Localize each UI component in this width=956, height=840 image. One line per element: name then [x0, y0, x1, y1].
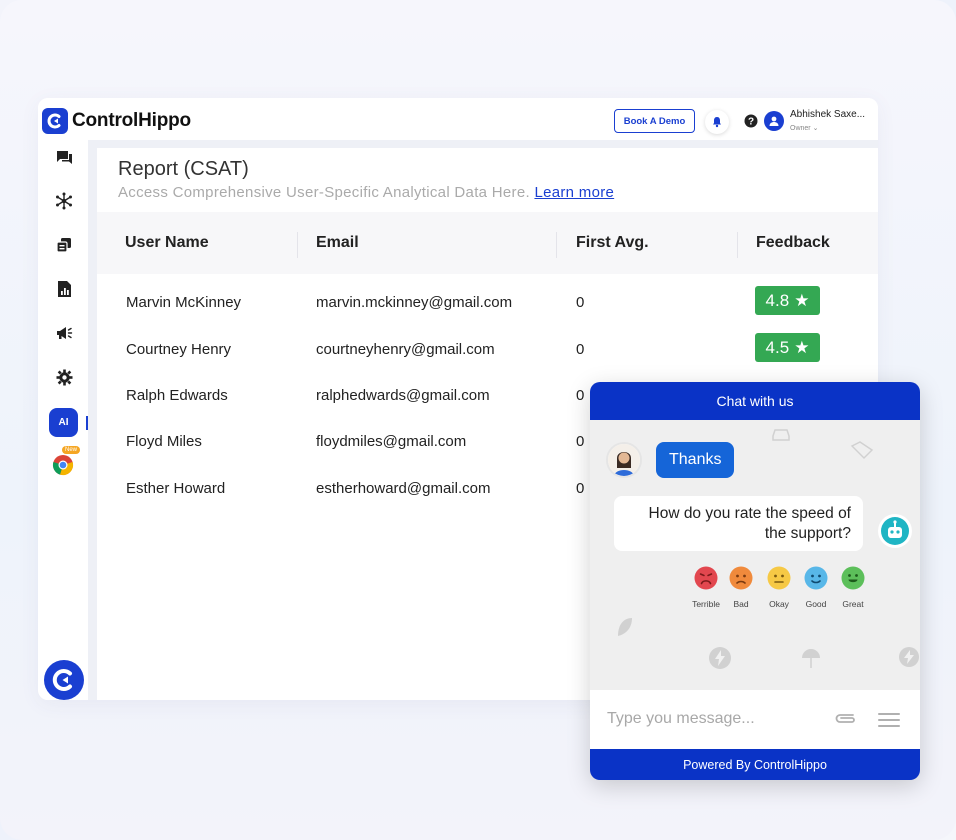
tag-doodle-icon — [850, 441, 874, 460]
first-avg-cell: 0 — [576, 387, 585, 404]
first-avg-cell: 0 — [576, 341, 585, 358]
user-name-cell: Floyd Miles — [126, 433, 202, 450]
column-header-first-avg[interactable]: First Avg. — [576, 234, 649, 252]
top-bar: ControlHippo Book A Demo ? Abhishek Saxe… — [38, 98, 878, 140]
column-divider — [556, 232, 557, 258]
network-icon[interactable] — [55, 192, 73, 210]
templates-icon[interactable] — [55, 236, 73, 254]
brand-name: ControlHippo — [72, 110, 191, 131]
feedback-badge: 4.8 ★ — [755, 286, 820, 315]
menu-icon[interactable] — [878, 712, 900, 728]
bad-face-icon — [729, 566, 753, 590]
great-face-icon — [841, 566, 865, 590]
table-header: User Name Email First Avg. Feedback — [97, 212, 878, 274]
user-name-cell: Courtney Henry — [126, 341, 232, 358]
rating-great[interactable]: Great — [833, 566, 873, 609]
page-title: Report (CSAT) — [118, 158, 249, 180]
settings-gear-icon[interactable] — [55, 368, 73, 386]
rating-okay[interactable]: Okay — [759, 566, 799, 609]
chat-widget: Chat with us Thanks How do you rate the … — [590, 382, 920, 780]
table-row[interactable]: Courtney Henry courtneyhenry@gmail.com 0… — [97, 327, 878, 373]
first-avg-cell: 0 — [576, 480, 585, 497]
chat-messages: Thanks How do you rate the speed of the … — [590, 420, 920, 690]
notification-bell-icon[interactable] — [705, 110, 729, 134]
book-demo-button[interactable]: Book A Demo — [614, 109, 695, 133]
agent-avatar — [606, 442, 642, 478]
star-icon: ★ — [794, 290, 810, 310]
okay-face-icon — [767, 566, 791, 590]
umbrella-doodle-icon — [802, 649, 820, 668]
broadcast-icon[interactable] — [55, 324, 73, 342]
column-divider — [297, 232, 298, 258]
user-name-cell: Ralph Edwards — [126, 387, 228, 404]
chevron-down-icon: ⌄ — [812, 125, 819, 132]
bottom-brand-logo-icon[interactable] — [44, 660, 84, 700]
user-message-bubble: Thanks — [656, 442, 735, 478]
rating-label: Good — [805, 599, 827, 609]
rating-label: Bad — [733, 599, 749, 609]
email-cell: marvin.mckinney@gmail.com — [316, 294, 513, 311]
rating-label: Okay — [769, 599, 789, 609]
rating-label: Great — [842, 599, 864, 609]
email-cell: ralphedwards@gmail.com — [316, 387, 490, 404]
controlhippo-logo-icon — [42, 108, 68, 134]
sidebar: AI New — [38, 140, 88, 700]
user-name-cell: Esther Howard — [126, 480, 226, 497]
rating-terrible[interactable]: Terrible — [686, 566, 726, 609]
bot-question-bubble: How do you rate the speed of the support… — [614, 496, 863, 551]
star-icon: ★ — [794, 337, 810, 357]
brand-logo[interactable]: ControlHippo — [42, 108, 191, 134]
chrome-extension-icon[interactable] — [52, 454, 74, 476]
bolt-doodle-icon — [899, 647, 919, 667]
rating-label: Terrible — [692, 599, 720, 609]
column-header-user-name[interactable]: User Name — [125, 234, 209, 252]
bolt-doodle-icon — [709, 647, 731, 669]
column-divider — [737, 232, 738, 258]
terrible-face-icon — [694, 566, 718, 590]
report-icon[interactable] — [55, 280, 73, 298]
table-row[interactable]: Marvin McKinney marvin.mckinney@gmail.co… — [97, 280, 878, 326]
chat-icon[interactable] — [55, 148, 73, 166]
user-role[interactable]: Owner ⌄ — [790, 124, 818, 132]
leaf-doodle-icon — [618, 618, 632, 636]
learn-more-link[interactable]: Learn more — [534, 184, 614, 201]
car-doodle-icon — [772, 429, 790, 441]
svg-text:?: ? — [748, 117, 754, 128]
email-cell: estherhoward@gmail.com — [316, 480, 491, 497]
first-avg-cell: 0 — [576, 294, 585, 311]
good-face-icon — [804, 566, 828, 590]
new-badge: New — [62, 446, 81, 454]
user-avatar[interactable] — [764, 111, 784, 131]
column-header-email[interactable]: Email — [316, 234, 359, 252]
email-cell: courtneyhenry@gmail.com — [316, 341, 495, 358]
chat-footer: Powered By ControlHippo — [590, 749, 920, 780]
feedback-badge: 4.5 ★ — [755, 333, 820, 362]
bot-avatar-icon — [878, 514, 912, 548]
help-icon[interactable]: ? — [744, 114, 758, 128]
chat-input-bar — [590, 690, 920, 749]
message-input[interactable] — [607, 710, 817, 728]
page-subtitle: Access Comprehensive User-Specific Analy… — [118, 184, 615, 201]
rating-good[interactable]: Good — [796, 566, 836, 609]
column-header-feedback[interactable]: Feedback — [756, 234, 830, 252]
first-avg-cell: 0 — [576, 433, 585, 450]
paperclip-icon[interactable] — [833, 710, 857, 726]
email-cell: floydmiles@gmail.com — [316, 433, 467, 450]
rating-bad[interactable]: Bad — [721, 566, 761, 609]
user-name[interactable]: Abhishek Saxe... — [790, 109, 865, 120]
ai-button[interactable]: AI — [49, 408, 78, 437]
user-name-cell: Marvin McKinney — [126, 294, 242, 311]
chat-header: Chat with us — [590, 382, 920, 420]
